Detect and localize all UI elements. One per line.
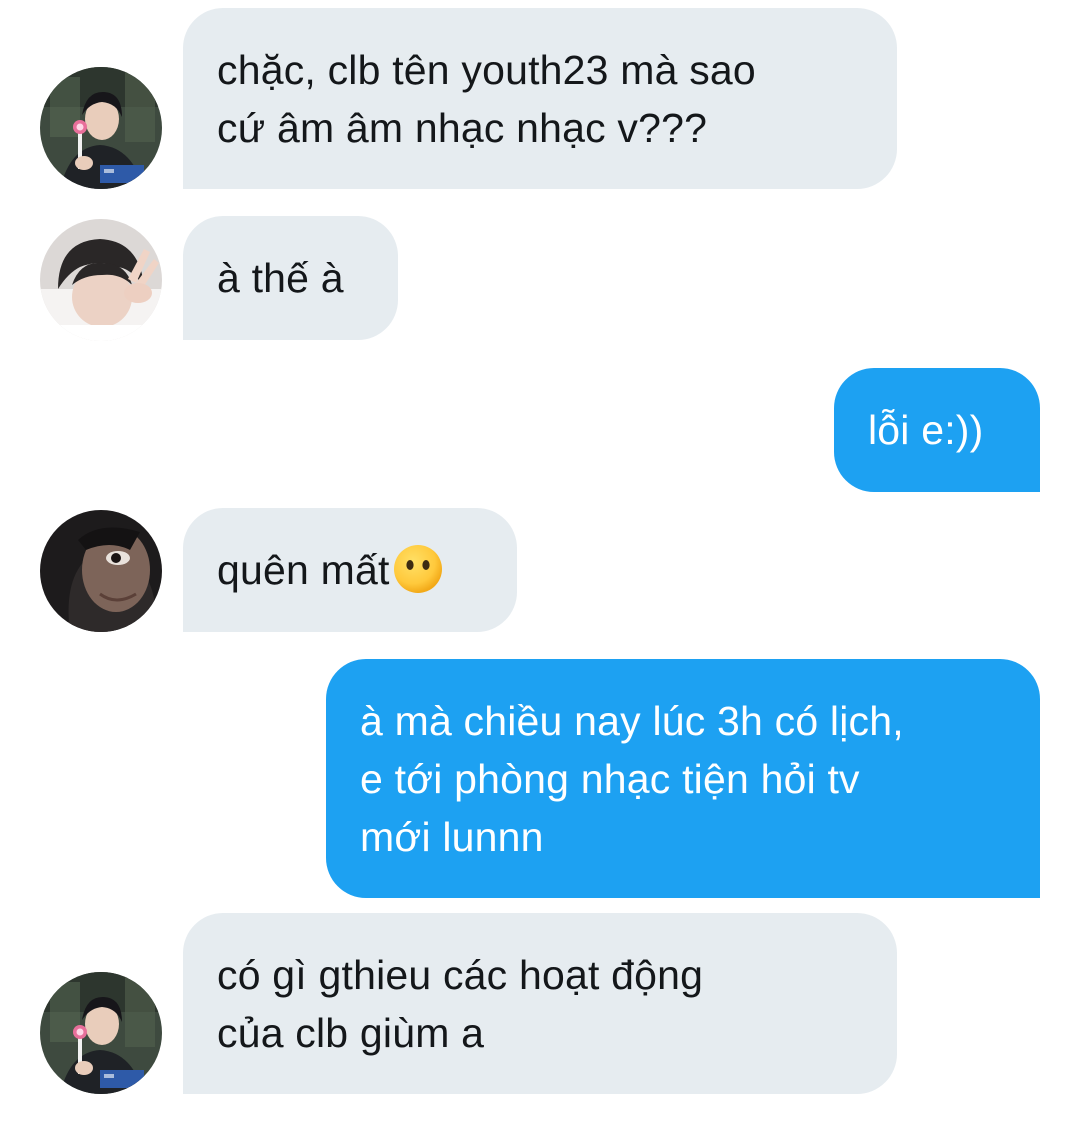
message-bubble: à mà chiều nay lúc 3h có lịch, e tới phò…	[326, 659, 1040, 898]
sender-avatar[interactable]	[40, 510, 162, 632]
message-text: chặc, clb tên youth23 mà sao cứ âm âm nh…	[217, 46, 756, 151]
message-text: à mà chiều nay lúc 3h có lịch, e tới phò…	[360, 697, 904, 860]
sender-avatar[interactable]	[40, 67, 162, 189]
avatar-boy-peace-sign-image	[40, 219, 162, 341]
message-text: à thế à	[217, 255, 344, 301]
conversation-thread: chặc, clb tên youth23 mà sao cứ âm âm nh…	[0, 0, 1080, 1126]
message-text: quên mất	[217, 541, 444, 599]
message-bubble: à thế à	[183, 216, 398, 340]
message-bubble: có gì gthieu các hoạt động của clb giùm …	[183, 913, 897, 1094]
avatar-boy-hooded-closeup-image	[40, 510, 162, 632]
message-text: có gì gthieu các hoạt động của clb giùm …	[217, 951, 704, 1056]
message-text: lỗi e:))	[868, 407, 984, 453]
message-bubble: lỗi e:))	[834, 368, 1040, 492]
sender-avatar[interactable]	[40, 219, 162, 341]
avatar-boy-holding-candy-image	[40, 972, 162, 1094]
sender-avatar[interactable]	[40, 972, 162, 1094]
face-without-mouth-emoji	[393, 545, 442, 594]
message-bubble: chặc, clb tên youth23 mà sao cứ âm âm nh…	[183, 8, 897, 189]
avatar-boy-holding-candy-image	[40, 67, 162, 189]
message-bubble: quên mất	[183, 508, 517, 632]
